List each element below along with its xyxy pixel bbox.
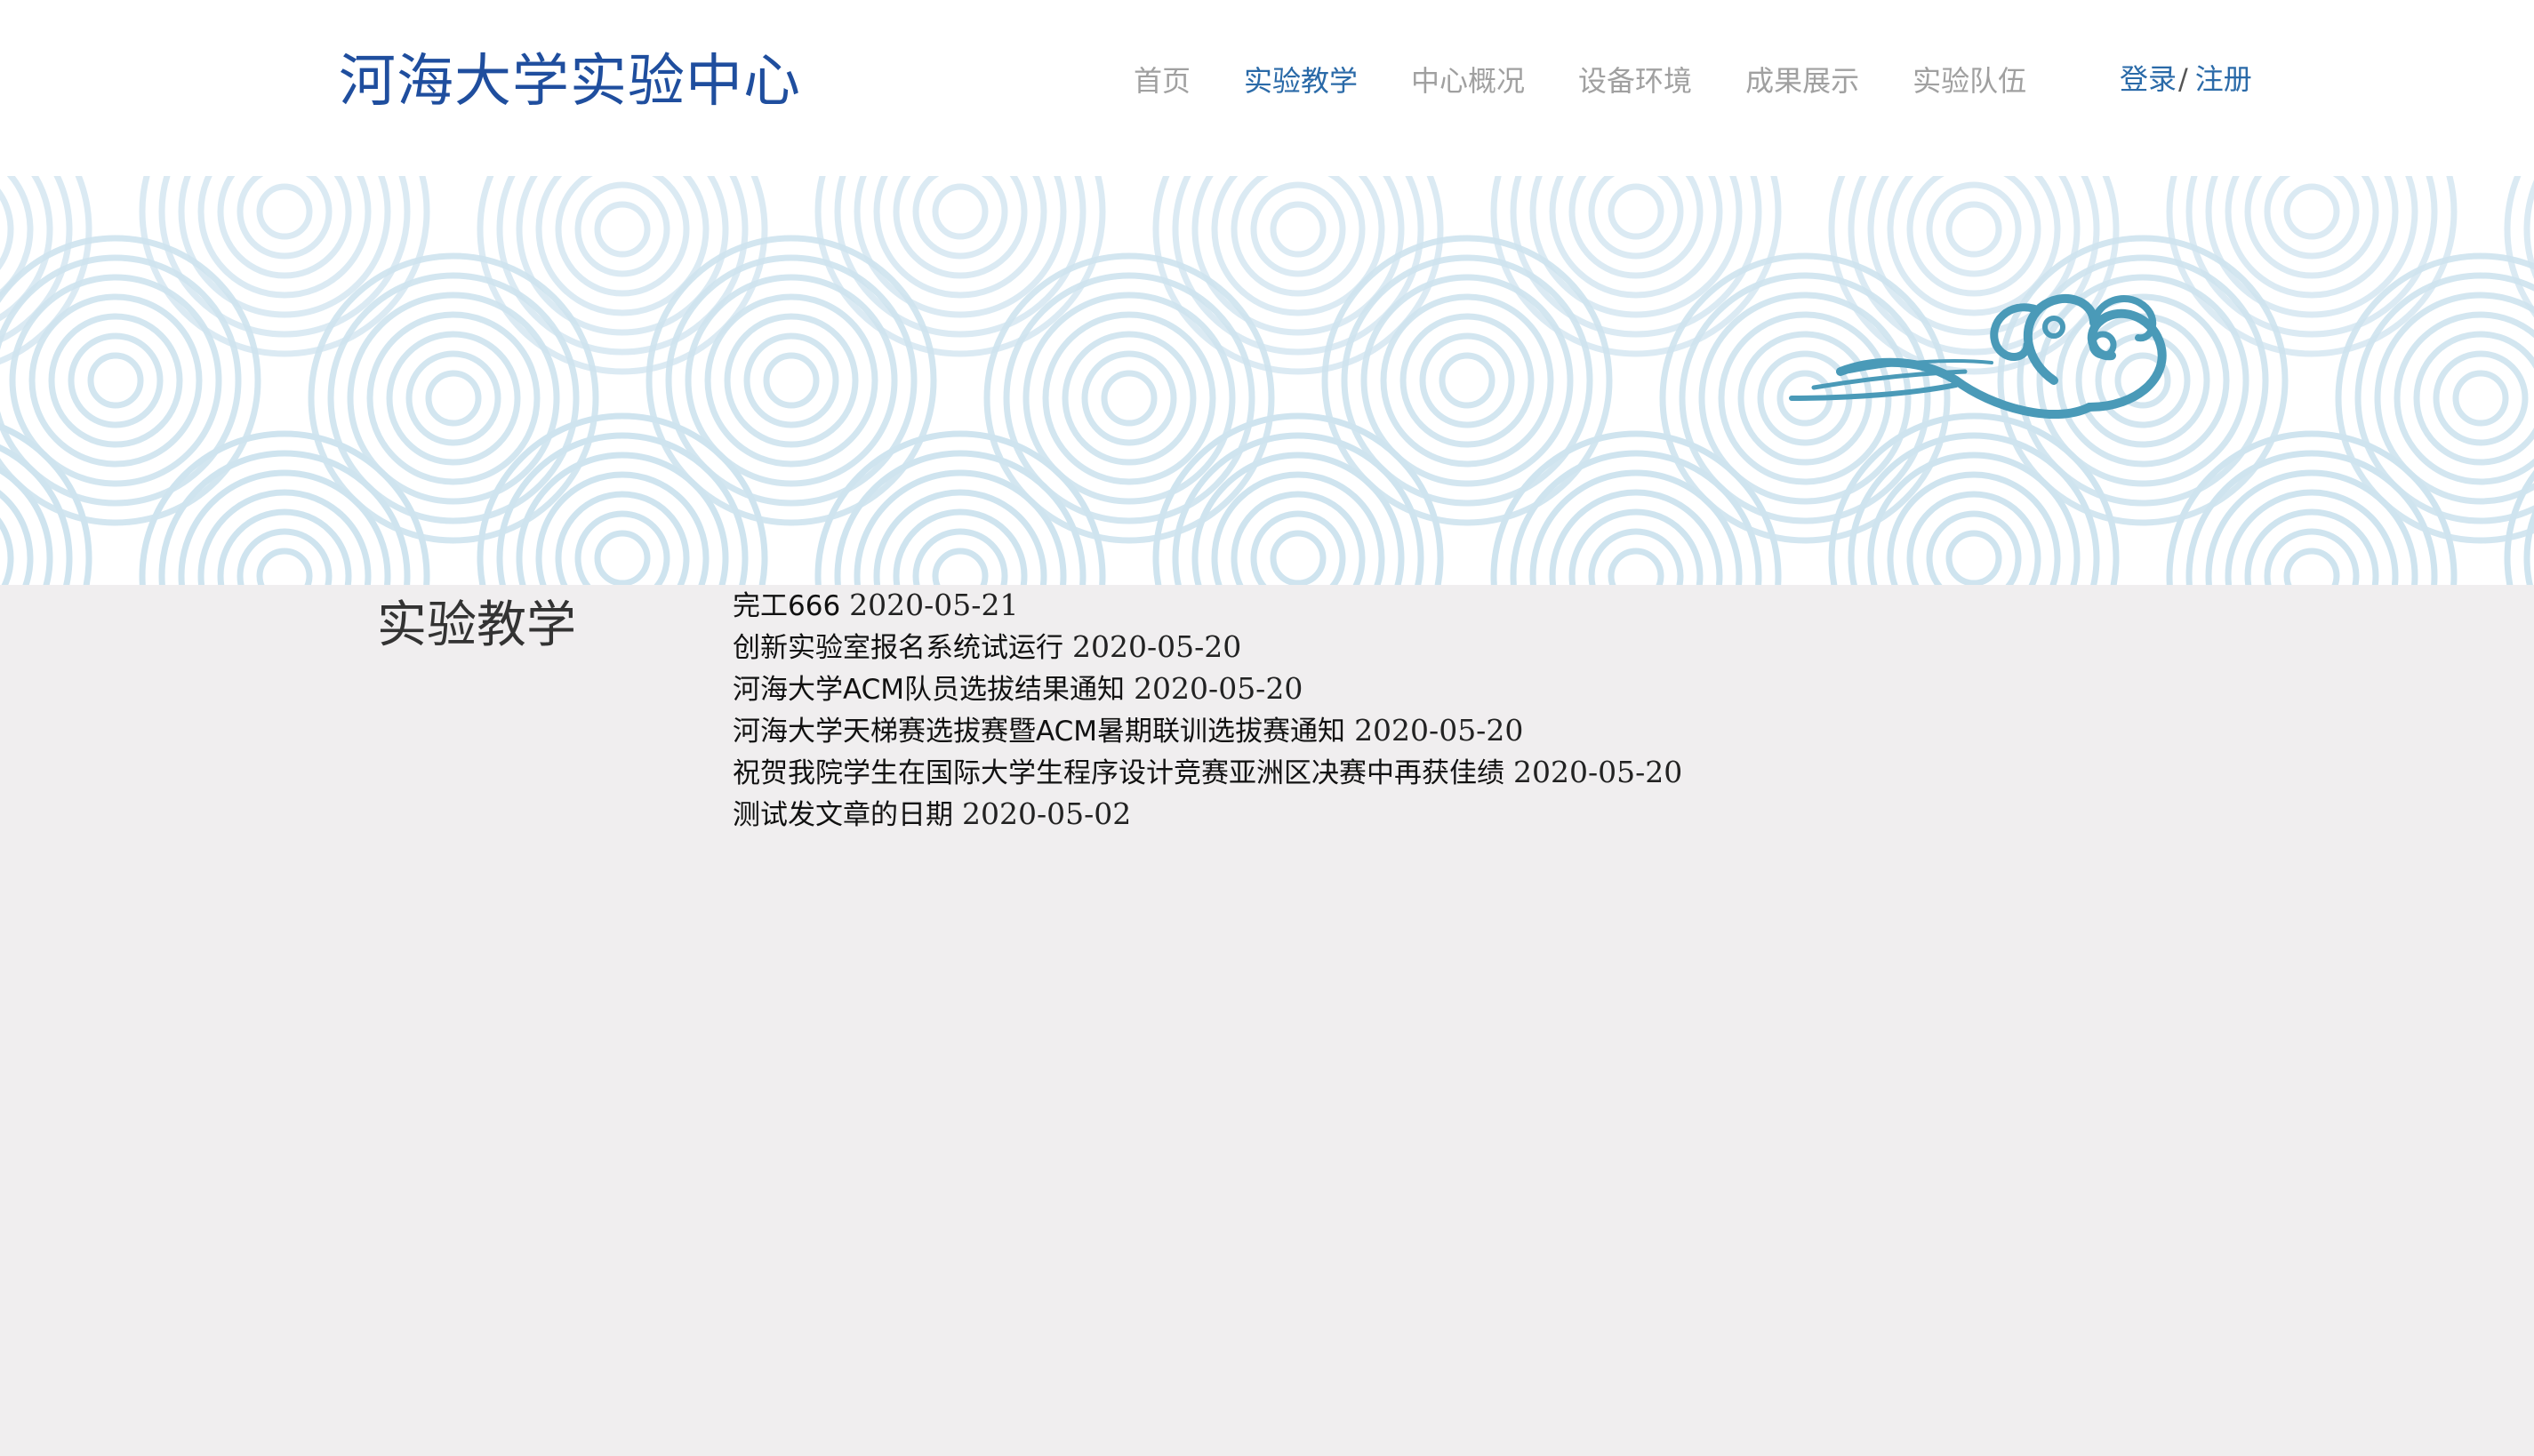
article-item[interactable]: 创新实验室报名系统试运行 2020-05-20	[733, 627, 1682, 668]
article-date: 2020-05-20	[1354, 713, 1524, 748]
article-item[interactable]: 河海大学ACM队员选拔结果通知 2020-05-20	[733, 668, 1682, 710]
article-item[interactable]: 祝贺我院学生在国际大学生程序设计竞赛亚洲区决赛中再获佳绩 2020-05-20	[733, 752, 1682, 794]
article-item[interactable]: 测试发文章的日期 2020-05-02	[733, 794, 1682, 836]
auth-separator: /	[2178, 62, 2188, 96]
article-item[interactable]: 河海大学天梯赛选拔赛暨ACM暑期联训选拔赛通知 2020-05-20	[733, 710, 1682, 752]
section-title: 实验教学	[377, 596, 576, 654]
article-title[interactable]: 河海大学天梯赛选拔赛暨ACM暑期联训选拔赛通知	[733, 716, 1345, 748]
article-list: 完工666 2020-05-21 创新实验室报名系统试运行 2020-05-20 河…	[733, 585, 1682, 836]
nav-item-overview[interactable]: 中心概况	[1411, 59, 1525, 103]
login-link[interactable]: 登录	[2120, 57, 2177, 101]
site-header: 河海大学实验中心 首页 实验教学 中心概况 设备环境 成果展示 实验队伍 登录 …	[0, 0, 2534, 176]
nav-item-achievements[interactable]: 成果展示	[1745, 59, 1859, 103]
site-title[interactable]: 河海大学实验中心	[339, 44, 801, 119]
auth-links: 登录 / 注册	[2120, 57, 2252, 101]
cloud-swirl-icon	[1789, 294, 2167, 419]
article-title[interactable]: 完工666	[733, 590, 840, 622]
main-nav: 首页 实验教学 中心概况 设备环境 成果展示 实验队伍	[1134, 59, 2080, 103]
article-item[interactable]: 完工666 2020-05-21	[733, 585, 1682, 627]
hero-banner	[0, 176, 2534, 585]
article-title[interactable]: 河海大学ACM队员选拔结果通知	[733, 674, 1125, 706]
article-title[interactable]: 祝贺我院学生在国际大学生程序设计竞赛亚洲区决赛中再获佳绩	[733, 757, 1504, 789]
article-title[interactable]: 测试发文章的日期	[733, 799, 953, 831]
register-link[interactable]: 注册	[2195, 57, 2252, 101]
nav-item-teaching[interactable]: 实验教学	[1244, 59, 1358, 103]
article-title[interactable]: 创新实验室报名系统试运行	[733, 632, 1063, 664]
article-date: 2020-05-21	[849, 588, 1019, 622]
article-date: 2020-05-20	[1134, 671, 1303, 706]
article-date: 2020-05-20	[1072, 629, 1242, 664]
nav-item-home[interactable]: 首页	[1134, 59, 1191, 103]
nav-item-team[interactable]: 实验队伍	[1913, 59, 2026, 103]
article-date: 2020-05-20	[1513, 755, 1683, 789]
article-date: 2020-05-02	[962, 796, 1132, 831]
nav-item-equipment[interactable]: 设备环境	[1578, 59, 1692, 103]
